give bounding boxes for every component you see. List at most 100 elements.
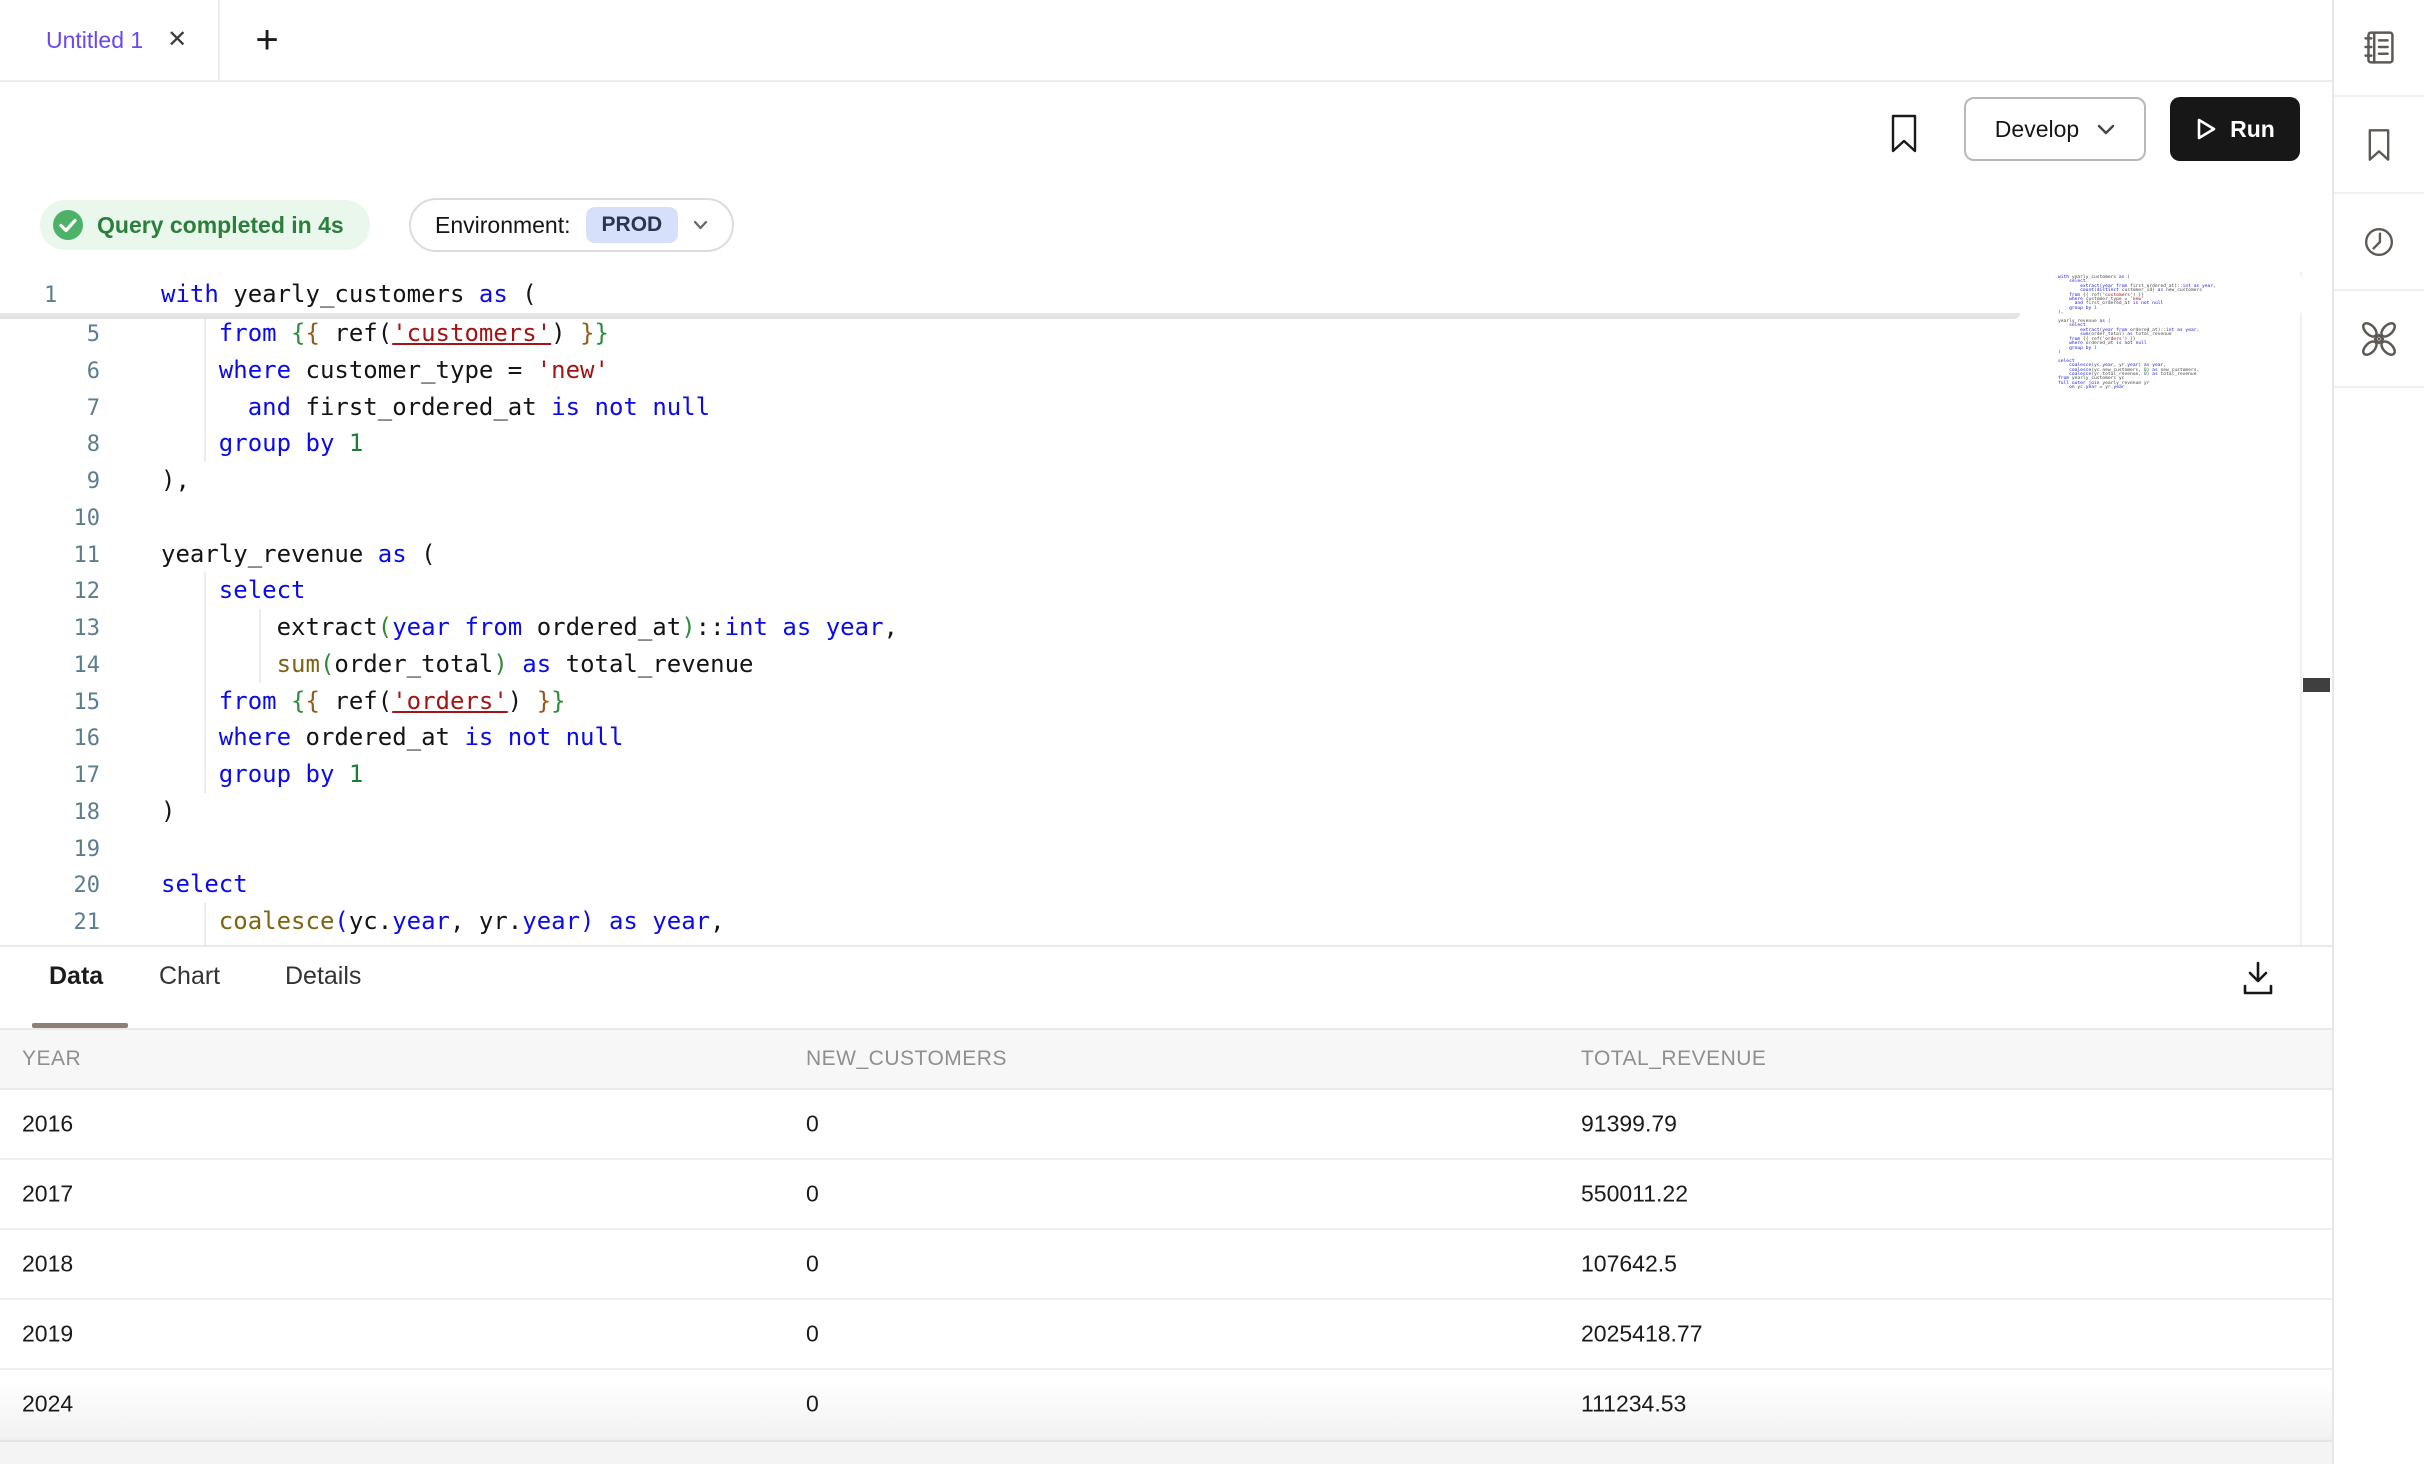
file-tab-bar: Untitled 1 ✕ + — [0, 0, 2332, 82]
code-line: 17 group by 1 — [0, 756, 2300, 793]
environment-value-chip: PROD — [586, 207, 679, 243]
notebook-icon — [2356, 25, 2402, 71]
tab-chart[interactable]: Chart — [159, 962, 220, 991]
table-row: 2018 0 107642.5 — [0, 1230, 2332, 1300]
code-line: 20select — [0, 866, 2300, 903]
download-button[interactable] — [2236, 956, 2280, 1000]
panel-divider — [0, 945, 2332, 947]
code-line: 16 where ordered_at is not null — [0, 719, 2300, 756]
right-icon-rail — [2332, 0, 2424, 1464]
table-body: 2016 0 91399.79 2017 0 550011.22 2018 0 107642.5… — [0, 1090, 2332, 1440]
table-cell: 2019 — [22, 1321, 73, 1348]
sql-editor[interactable]: 5 from {{ ref('customers') }}6 where cus… — [0, 272, 2332, 945]
table-cell: 550011.22 — [1581, 1181, 1688, 1208]
code-line: 18) — [0, 793, 2300, 830]
table-horizontal-scrollbar[interactable] — [0, 1440, 2332, 1464]
line-number: 19 — [0, 832, 100, 869]
table-cell: 2024 — [22, 1391, 73, 1418]
tab-details[interactable]: Details — [285, 962, 361, 991]
line-number: 10 — [0, 501, 100, 538]
line-number: 8 — [0, 427, 100, 464]
editor-scrollbar-thumb[interactable] — [2303, 678, 2330, 692]
new-tab-button[interactable]: + — [238, 0, 296, 80]
line-number: 7 — [0, 391, 100, 428]
history-button[interactable] — [2334, 194, 2424, 291]
run-label: Run — [2230, 116, 2275, 143]
table-cell: 0 — [806, 1111, 819, 1138]
line-number: 9 — [0, 464, 100, 501]
table-cell: 0 — [806, 1251, 819, 1278]
minimap[interactable]: with yearly_customers as ( select extrac… — [2058, 276, 2258, 391]
code-line: 8 group by 1 — [0, 425, 2300, 462]
compass-icon — [2356, 316, 2402, 362]
table-row: 2016 0 91399.79 — [0, 1090, 2332, 1160]
column-header-total-revenue: TOTAL_REVENUE — [1581, 1047, 1766, 1071]
run-button[interactable]: Run — [2170, 97, 2300, 161]
code-line: 21 coalesce(yc.year, yr.year) as year, — [0, 903, 2300, 940]
line-number: 17 — [0, 758, 100, 795]
editor-scrollbar-track — [2300, 272, 2302, 945]
line-number: 22 — [0, 942, 100, 945]
code-area[interactable]: 5 from {{ ref('customers') }}6 where cus… — [0, 315, 2300, 945]
plus-icon: + — [255, 18, 278, 63]
code-line: 1with yearly_customers as ( — [0, 276, 2332, 313]
line-number: 21 — [0, 905, 100, 942]
table-cell: 91399.79 — [1581, 1111, 1677, 1138]
sticky-line: 1with yearly_customers as ( — [0, 276, 2332, 313]
download-icon — [2241, 960, 2275, 996]
line-number: 1 — [0, 278, 100, 315]
chevron-down-icon — [2097, 124, 2115, 135]
bookmark-icon — [1889, 113, 1919, 155]
code-line: 9), — [0, 462, 2300, 499]
column-header-year: YEAR — [22, 1047, 81, 1071]
close-icon[interactable]: ✕ — [167, 28, 187, 52]
bookmark-button[interactable] — [1884, 108, 1924, 160]
code-line: 19 — [0, 830, 2300, 867]
code-line: 15 from {{ ref('orders') }} — [0, 683, 2300, 720]
code-line: 5 from {{ ref('customers') }} — [0, 315, 2300, 352]
table-row: 2019 0 2025418.77 — [0, 1300, 2332, 1370]
line-number: 11 — [0, 538, 100, 575]
line-number: 15 — [0, 685, 100, 722]
query-status-text: Query completed in 4s — [97, 212, 344, 239]
table-cell: 107642.5 — [1581, 1251, 1677, 1278]
table-cell: 0 — [806, 1181, 819, 1208]
code-line: 14 sum(order_total) as total_revenue — [0, 646, 2300, 683]
tab-data[interactable]: Data — [49, 962, 103, 991]
develop-label: Develop — [1995, 116, 2079, 143]
line-number: 16 — [0, 721, 100, 758]
table-header-row: YEAR NEW_CUSTOMERS TOTAL_REVENUE — [0, 1028, 2332, 1090]
code-line: 11yearly_revenue as ( — [0, 536, 2300, 573]
app-window: Untitled 1 ✕ + Develop Run Query complet… — [0, 0, 2424, 1464]
code-line: 6 where customer_type = 'new' — [0, 352, 2300, 389]
bookmarks-button[interactable] — [2334, 97, 2424, 194]
line-number: 20 — [0, 868, 100, 905]
line-number: 13 — [0, 611, 100, 648]
explore-button[interactable] — [2334, 291, 2424, 388]
table-cell: 111234.53 — [1581, 1391, 1686, 1418]
query-status-badge: Query completed in 4s — [40, 200, 370, 250]
file-tab-untitled[interactable]: Untitled 1 ✕ — [0, 0, 220, 80]
table-row: 2024 0 111234.53 — [0, 1370, 2332, 1440]
environment-label: Environment: — [435, 212, 571, 239]
table-cell: 2016 — [22, 1111, 73, 1138]
environment-selector[interactable]: Environment: PROD — [409, 198, 734, 252]
code-line: 7 and first_ordered_at is not null — [0, 389, 2300, 426]
table-cell: 2018 — [22, 1251, 73, 1278]
chevron-down-icon — [693, 220, 708, 230]
develop-dropdown[interactable]: Develop — [1964, 97, 2146, 161]
notebook-button[interactable] — [2334, 0, 2424, 97]
check-circle-icon — [52, 209, 84, 241]
table-cell: 0 — [806, 1321, 819, 1348]
line-number: 6 — [0, 354, 100, 391]
table-cell: 0 — [806, 1391, 819, 1418]
table-cell: 2017 — [22, 1181, 73, 1208]
table-cell: 2025418.77 — [1581, 1321, 1703, 1348]
history-icon — [2357, 220, 2401, 264]
line-number: 14 — [0, 648, 100, 685]
code-line: 13 extract(year from ordered_at)::int as… — [0, 609, 2300, 646]
column-header-new-customers: NEW_CUSTOMERS — [806, 1047, 1007, 1071]
line-number: 5 — [0, 317, 100, 354]
line-number: 18 — [0, 795, 100, 832]
line-number: 12 — [0, 574, 100, 611]
